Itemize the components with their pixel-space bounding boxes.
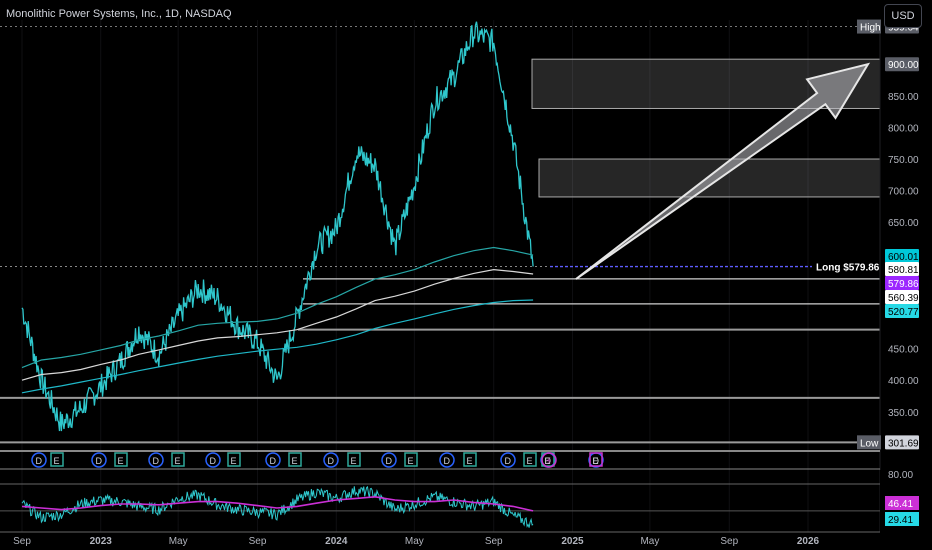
x-tick-label-8: May xyxy=(640,536,659,547)
x-tick-label-6: Sep xyxy=(485,536,503,547)
price-tag-caption-7: Low xyxy=(860,438,879,449)
split-event-label-21: ⚡ xyxy=(546,457,552,467)
price-tag-value-6: 520.77 xyxy=(888,307,919,318)
price-tag-value-5: 560.39 xyxy=(888,293,919,304)
x-tick-label-3: Sep xyxy=(249,536,267,547)
dividend-event-label-6: D xyxy=(210,456,217,466)
dividend-event-label-14: D xyxy=(444,456,451,466)
x-tick-label-2: May xyxy=(169,536,188,547)
y-tick-label-3: 750.00 xyxy=(888,155,919,166)
y-tick-label-5: 650.00 xyxy=(888,218,919,229)
price-chart[interactable]: Long $579.86 900.00 850.00 800.00 750.00 700.… xyxy=(0,0,932,550)
y-tick-label-1: 850.00 xyxy=(888,92,919,103)
earnings-event-label-3: E xyxy=(118,456,124,466)
earnings-event-label-22: E xyxy=(593,456,599,466)
x-tick-label-4: 2024 xyxy=(325,536,348,547)
moving-average-2 xyxy=(21,268,534,381)
dividend-event-label-4: D xyxy=(153,456,160,466)
dividend-event-label-2: D xyxy=(96,456,103,466)
currency-button[interactable]: USD xyxy=(884,4,922,28)
rsi-line xyxy=(21,485,534,528)
x-tick-label-7: 2025 xyxy=(561,536,584,547)
price-tag-caption-0: High xyxy=(860,23,881,34)
x-tick-label-10: 2026 xyxy=(797,536,820,547)
x-tick-label-9: Sep xyxy=(720,536,738,547)
long-position-label: Long $579.86 xyxy=(816,263,880,274)
earnings-event-label-11: E xyxy=(351,456,357,466)
dividend-event-label-10: D xyxy=(328,456,335,466)
price-tag-value-3: 580.81 xyxy=(888,265,919,276)
price-tag-value-1: 900.00 xyxy=(888,60,919,71)
y-tick-label-2: 800.00 xyxy=(888,123,919,134)
rsi-tag-value-1: 29.41 xyxy=(888,515,913,526)
earnings-event-label-17: E xyxy=(527,456,533,466)
price-series-line xyxy=(21,21,534,432)
earnings-event-label-7: E xyxy=(231,456,237,466)
price-tag-value-2: 600.01 xyxy=(888,252,919,263)
rsi-tick-label: 80.00 xyxy=(888,470,913,481)
price-tag-value-4: 579.86 xyxy=(888,279,919,290)
y-tick-label-7: 400.00 xyxy=(888,376,919,387)
dividend-event-label-16: D xyxy=(505,456,512,466)
x-tick-label-0: Sep xyxy=(13,536,31,547)
earnings-event-label-13: E xyxy=(408,456,414,466)
dividend-event-label-12: D xyxy=(386,456,393,466)
earnings-event-label-5: E xyxy=(175,456,181,466)
earnings-event-label-9: E xyxy=(292,456,298,466)
y-tick-label-8: 350.00 xyxy=(888,408,919,419)
x-tick-label-1: 2023 xyxy=(90,536,113,547)
chart-title: Monolithic Power Systems, Inc., 1D, NASD… xyxy=(6,8,232,20)
y-tick-label-6: 450.00 xyxy=(888,345,919,356)
price-tag-value-7: 301.69 xyxy=(888,438,919,449)
y-tick-label-4: 700.00 xyxy=(888,187,919,198)
x-tick-label-5: May xyxy=(405,536,424,547)
earnings-event-label-1: E xyxy=(54,456,60,466)
earnings-event-label-15: E xyxy=(467,456,473,466)
dividend-event-label-8: D xyxy=(270,456,277,466)
dividend-event-label-0: D xyxy=(36,456,43,466)
rsi-tag-value-0: 46.41 xyxy=(888,499,913,510)
